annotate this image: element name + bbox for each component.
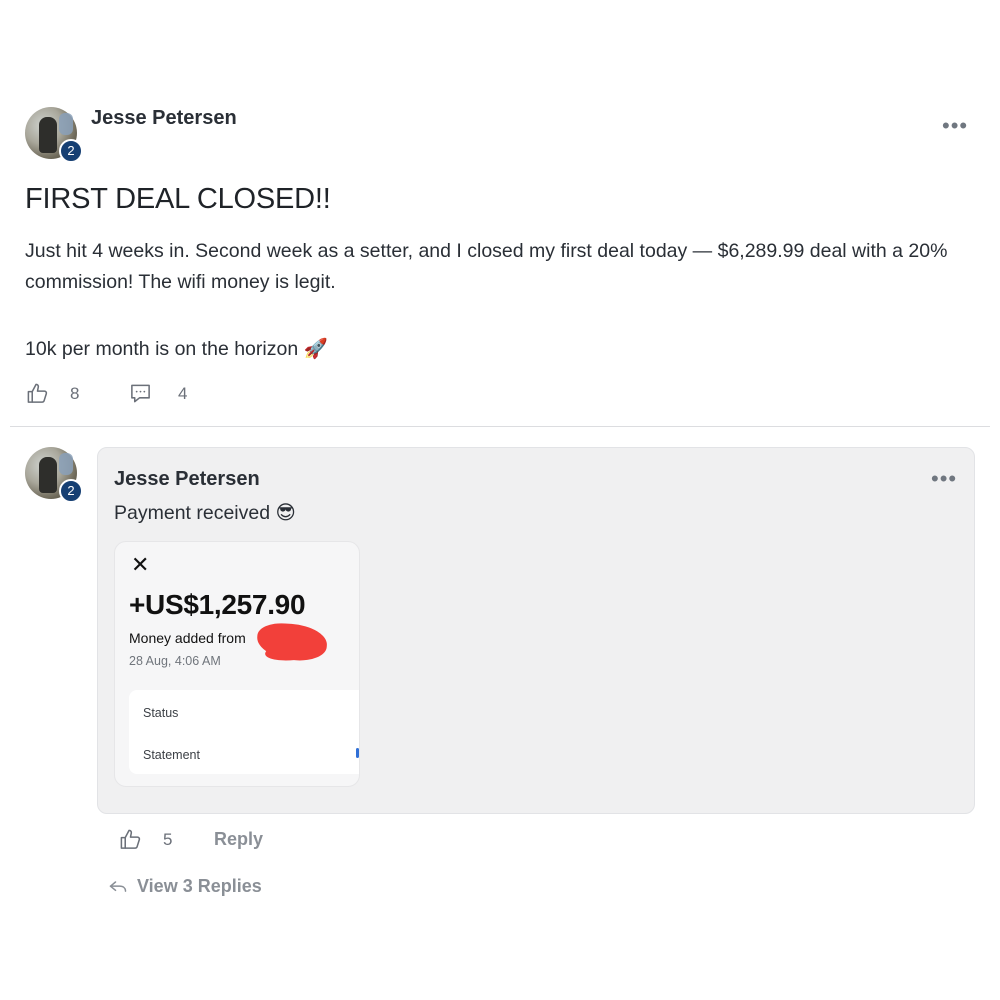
level-badge: 2 bbox=[59, 139, 83, 163]
thumbs-up-icon bbox=[27, 383, 48, 403]
status-label: Status bbox=[143, 706, 179, 720]
post-title: FIRST DEAL CLOSED!! bbox=[25, 183, 331, 215]
avatar-photo-background bbox=[59, 113, 73, 135]
post-more-options-icon[interactable]: ••• bbox=[942, 115, 968, 137]
post-comment-button[interactable]: 4 bbox=[129, 382, 187, 405]
post-comment-count: 4 bbox=[178, 383, 188, 403]
post-body: Just hit 4 weeks in. Second week as a se… bbox=[25, 236, 955, 365]
post-like-count: 8 bbox=[70, 383, 80, 403]
avatar-photo-background bbox=[59, 453, 73, 475]
level-badge: 2 bbox=[59, 479, 83, 503]
payment-source-label: Money added from bbox=[129, 630, 246, 646]
post-body-paragraph: Just hit 4 weeks in. Second week as a se… bbox=[25, 240, 948, 293]
view-replies-label: View 3 Replies bbox=[137, 876, 262, 896]
post-author-name[interactable]: Jesse Petersen bbox=[91, 107, 237, 130]
comment-text: Payment received 😎 bbox=[114, 502, 296, 524]
payment-details-panel: Status Statement bbox=[129, 690, 359, 774]
avatar-photo-figure bbox=[39, 117, 57, 153]
post-like-button[interactable]: 8 bbox=[26, 382, 79, 405]
comment-author-name[interactable]: Jesse Petersen bbox=[114, 468, 260, 491]
chevron-icon bbox=[356, 748, 359, 758]
close-icon: ✕ bbox=[131, 552, 150, 577]
avatar-photo-figure bbox=[39, 457, 57, 493]
thumbs-up-icon bbox=[120, 829, 141, 849]
divider bbox=[10, 426, 990, 427]
comment-bubble-icon bbox=[131, 384, 150, 403]
payment-screenshot-image[interactable]: ✕ +US$1,257.90 Money added from 28 Aug, … bbox=[114, 541, 360, 787]
comment-more-options-icon[interactable]: ••• bbox=[931, 468, 957, 490]
payment-amount: +US$1,257.90 bbox=[129, 589, 306, 620]
post-body-paragraph: 10k per month is on the horizon 🚀 bbox=[25, 338, 328, 360]
comment-author-avatar[interactable]: 2 bbox=[25, 447, 83, 503]
comment-like-count: 5 bbox=[163, 829, 173, 849]
payment-date: 28 Aug, 4:06 AM bbox=[129, 654, 221, 668]
reply-button[interactable]: Reply bbox=[214, 829, 263, 850]
view-replies-button[interactable]: View 3 Replies bbox=[108, 876, 262, 897]
comment-like-button[interactable]: 5 bbox=[119, 828, 172, 851]
statement-label: Statement bbox=[143, 748, 200, 762]
post-author-avatar[interactable]: 2 bbox=[25, 107, 83, 163]
reply-arrow-icon bbox=[109, 880, 127, 892]
